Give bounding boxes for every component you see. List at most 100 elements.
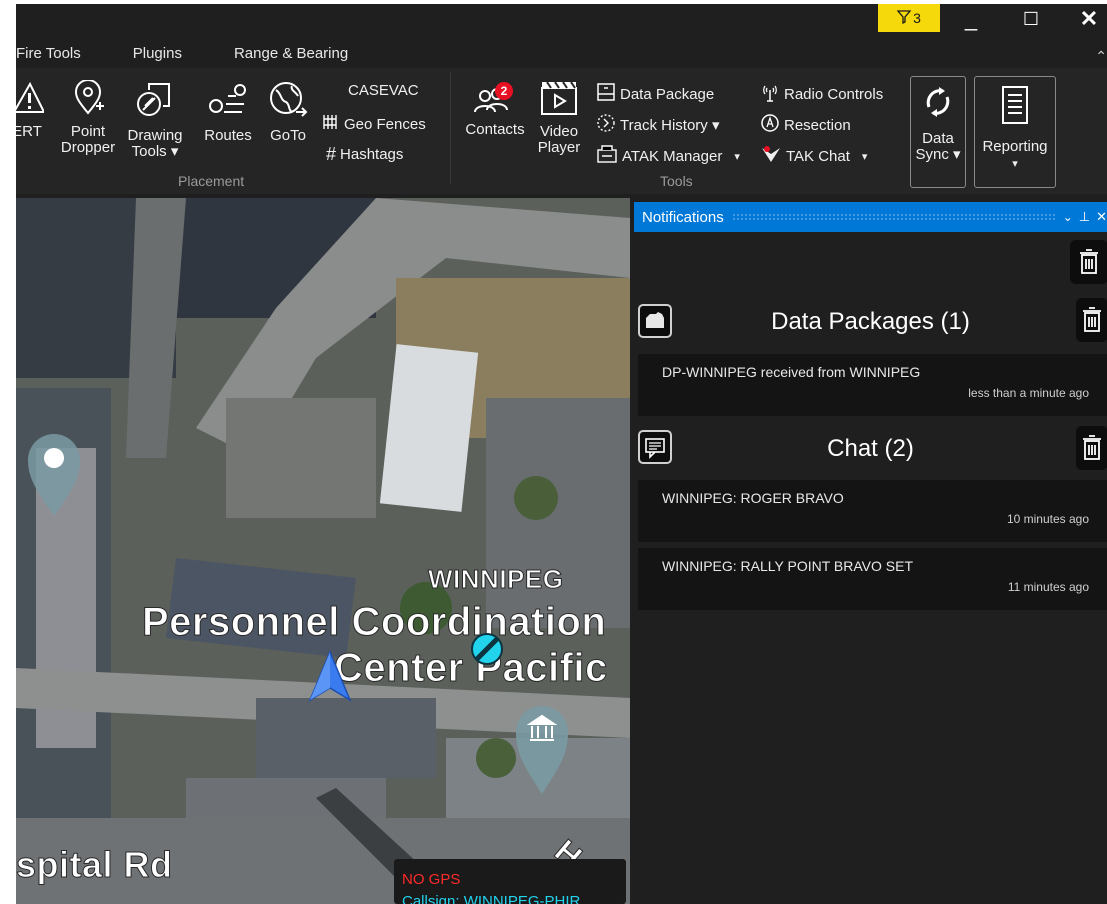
atak-window: 3 _ ☐ ✕ Fire Tools Plugins Range & Beari… bbox=[16, 4, 1107, 904]
tab-range-bearing[interactable]: Range & Bearing bbox=[234, 42, 348, 66]
radio-controls-label: Radio Controls bbox=[784, 85, 884, 103]
title-bar: 3 _ ☐ ✕ bbox=[16, 4, 1107, 38]
track-history-icon bbox=[596, 113, 616, 137]
drawing-tools-button[interactable]: Drawing Tools ▾ bbox=[124, 80, 186, 160]
gps-status-box: NO GPS Callsign: WINNIPEG-PHIR bbox=[394, 859, 626, 904]
clear-chat-trash-icon[interactable] bbox=[1076, 426, 1107, 470]
resection-icon bbox=[760, 113, 780, 137]
hashtag-icon: # bbox=[326, 144, 337, 164]
routes-button[interactable]: Routes bbox=[200, 82, 256, 144]
notification-time: 11 minutes ago bbox=[1007, 580, 1089, 594]
poi-marker-icon[interactable] bbox=[24, 428, 84, 523]
street-label: spital Rd bbox=[16, 844, 173, 886]
point-dropper-label-1: Point bbox=[70, 123, 106, 140]
placement-group-label: Placement bbox=[178, 173, 245, 189]
tak-chat-icon bbox=[760, 144, 782, 168]
gps-status-text: NO GPS bbox=[402, 871, 461, 888]
chat-section-header: Chat (2) bbox=[634, 424, 1107, 476]
casevac-label: CASEVAC bbox=[348, 82, 419, 99]
pin-icon[interactable]: ⊥ bbox=[1079, 209, 1090, 225]
sync-icon bbox=[911, 85, 965, 123]
atak-manager-icon bbox=[596, 144, 618, 168]
tak-chat-label: TAK Chat bbox=[786, 147, 850, 165]
contacts-badge: 2 bbox=[495, 82, 513, 100]
report-document-icon bbox=[975, 85, 1055, 129]
contacts-icon: 2 bbox=[473, 82, 517, 118]
notification-message: WINNIPEG: RALLY POINT BRAVO SET bbox=[662, 558, 914, 574]
resection-button[interactable]: Resection bbox=[760, 113, 851, 137]
radio-controls-button[interactable]: Radio Controls bbox=[760, 82, 883, 106]
track-history-button[interactable]: Track History ▾ bbox=[596, 113, 719, 137]
reporting-label: Reporting bbox=[982, 138, 1048, 155]
close-button[interactable]: ✕ bbox=[1066, 4, 1107, 34]
ribbon-separator bbox=[450, 72, 451, 184]
video-player-label-1: Video bbox=[539, 123, 579, 140]
notification-item[interactable]: WINNIPEG: ROGER BRAVO 10 minutes ago bbox=[638, 480, 1107, 542]
route-icon bbox=[200, 82, 256, 124]
geo-fence-icon bbox=[322, 113, 340, 135]
data-packages-section-header: Data Packages (1) bbox=[634, 294, 1107, 350]
tools-group-label: Tools bbox=[660, 173, 693, 189]
notification-item[interactable]: DP-WINNIPEG received from WINNIPEG less … bbox=[638, 354, 1107, 416]
hashtags-button[interactable]: # Hashtags bbox=[326, 144, 403, 165]
point-dropper-label-2: Dropper bbox=[60, 139, 116, 156]
maximize-button[interactable]: ☐ bbox=[1008, 4, 1054, 34]
goto-button[interactable]: GoTo bbox=[262, 80, 314, 144]
reporting-button[interactable]: Reporting ▾ bbox=[974, 76, 1056, 188]
data-sync-label-2: Sync ▾ bbox=[915, 146, 961, 163]
video-player-button[interactable]: Video Player bbox=[534, 80, 584, 156]
reporting-dropdown-icon[interactable]: ▾ bbox=[1012, 158, 1018, 170]
drawing-tools-label-1: Drawing bbox=[127, 127, 183, 144]
atak-manager-dropdown-icon[interactable]: ▾ bbox=[734, 150, 740, 163]
goto-label: GoTo bbox=[270, 127, 306, 144]
map-view[interactable]: WINNIPEG Personnel Coordination Center P… bbox=[16, 198, 630, 904]
notification-filter-button[interactable]: 3 bbox=[878, 4, 940, 32]
contacts-button[interactable]: 2 Contacts bbox=[460, 82, 530, 138]
self-callsign-label: WINNIPEG bbox=[427, 564, 564, 595]
geo-fences-label: Geo Fences bbox=[344, 115, 426, 133]
museum-marker-icon[interactable] bbox=[512, 700, 572, 801]
tab-plugins[interactable]: Plugins bbox=[133, 42, 182, 66]
data-packages-title: Data Packages (1) bbox=[771, 308, 970, 335]
tak-chat-dropdown-icon[interactable]: ▾ bbox=[862, 150, 868, 163]
casevac-button[interactable]: CASEVAC bbox=[348, 82, 419, 99]
panel-close-icon[interactable]: ✕ bbox=[1096, 209, 1107, 225]
point-dropper-button[interactable]: Point Dropper bbox=[58, 79, 118, 156]
radio-antenna-icon bbox=[760, 82, 780, 106]
clear-data-packages-trash-icon[interactable] bbox=[1076, 298, 1107, 342]
collapse-ribbon-icon[interactable]: ⌃ bbox=[1095, 48, 1107, 65]
panel-dropdown-icon[interactable]: ⌄ bbox=[1063, 210, 1073, 224]
alert-button[interactable]: ERT bbox=[16, 80, 46, 140]
notification-item[interactable]: WINNIPEG: RALLY POINT BRAVO SET 11 minut… bbox=[638, 548, 1107, 610]
hashtags-label: Hashtags bbox=[340, 146, 404, 163]
ribbon: ERT Point Dropper Drawing Tools ▾ Routes bbox=[16, 68, 1107, 194]
filter-count: 3 bbox=[913, 10, 921, 26]
data-sync-button[interactable]: Data Sync ▾ bbox=[910, 76, 966, 188]
notification-time: 10 minutes ago bbox=[1006, 512, 1089, 526]
drawing-tools-icon bbox=[124, 80, 186, 124]
callsign-footer-text: Callsign: WINNIPEG-PHIR bbox=[402, 893, 581, 904]
clear-all-trash-icon[interactable] bbox=[1070, 240, 1107, 284]
drawing-tools-label-2: Tools ▾ bbox=[131, 143, 179, 160]
notifications-panel: Notifications ⌄ ⊥ ✕ Data Packages (1) DP… bbox=[634, 202, 1107, 904]
tab-fire-tools[interactable]: Fire Tools bbox=[16, 42, 81, 66]
data-package-button[interactable]: Data Package bbox=[596, 82, 714, 106]
track-history-label: Track History ▾ bbox=[620, 117, 720, 134]
geo-fences-button[interactable]: Geo Fences bbox=[322, 113, 426, 135]
tak-chat-button[interactable]: TAK Chat ▾ bbox=[760, 144, 867, 168]
data-package-icon bbox=[596, 82, 616, 106]
self-location-arrow-icon[interactable] bbox=[308, 650, 352, 709]
data-sync-label-1: Data bbox=[922, 130, 954, 147]
alert-label: ERT bbox=[16, 123, 42, 140]
friendly-unit-icon[interactable] bbox=[470, 632, 504, 671]
notification-message: WINNIPEG: ROGER BRAVO bbox=[662, 490, 844, 506]
map-pin-plus-icon bbox=[58, 79, 118, 120]
video-player-icon bbox=[534, 80, 584, 120]
routes-label: Routes bbox=[204, 127, 252, 144]
resection-label: Resection bbox=[784, 116, 851, 134]
atak-manager-button[interactable]: ATAK Manager ▾ bbox=[596, 144, 740, 168]
minimize-button[interactable]: _ bbox=[948, 4, 994, 34]
filter-icon bbox=[896, 9, 912, 27]
contacts-label: Contacts bbox=[465, 121, 525, 138]
data-package-label: Data Package bbox=[620, 85, 715, 103]
